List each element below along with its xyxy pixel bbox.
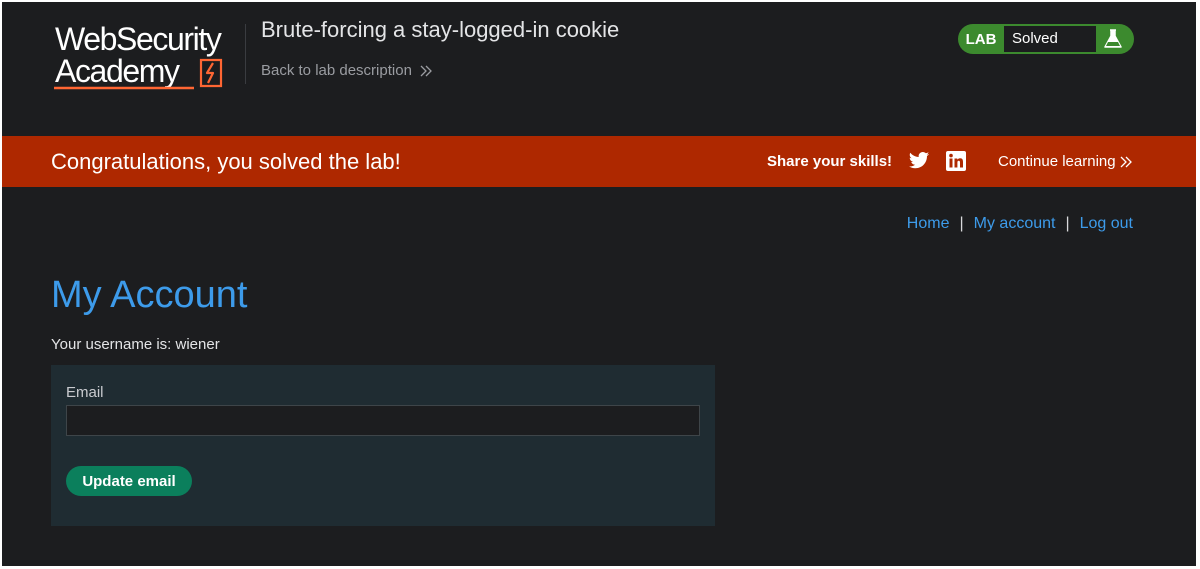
update-email-button[interactable]: Update email	[66, 466, 192, 496]
email-label: Email	[66, 384, 104, 401]
status-value: Solved	[1004, 26, 1096, 52]
double-chevron-right-icon	[1120, 156, 1132, 167]
congratulations-message: Congratulations, you solved the lab!	[51, 149, 401, 174]
header-divider	[245, 24, 246, 84]
nav-log-out-link[interactable]: Log out	[1080, 215, 1133, 232]
nav-separator: |	[1065, 215, 1070, 232]
share-skills-label: Share your skills!	[767, 153, 893, 170]
header: WebSecurity Academy Brute-forcing a stay…	[2, 2, 1196, 136]
lab-status-badge: LAB Solved	[958, 24, 1134, 54]
email-input[interactable]	[66, 405, 700, 436]
back-link-label: Back to lab description	[261, 62, 412, 79]
twitter-icon[interactable]	[908, 151, 930, 171]
logo-underline	[54, 86, 194, 90]
logo-line1: WebSecurity	[55, 21, 222, 57]
nav-home-link[interactable]: Home	[907, 215, 950, 232]
back-to-description-link[interactable]: Back to lab description	[261, 62, 432, 79]
username-text: Your username is: wiener	[51, 336, 220, 353]
page-title: My Account	[51, 274, 248, 316]
top-navigation: Home | My account | Log out	[907, 215, 1133, 233]
page: WebSecurity Academy Brute-forcing a stay…	[2, 2, 1196, 566]
nav-separator: |	[959, 215, 964, 232]
academy-logo[interactable]: WebSecurity Academy	[52, 20, 244, 92]
nav-my-account-link[interactable]: My account	[974, 215, 1056, 232]
status-lab-label: LAB	[965, 30, 997, 48]
solved-banner: Congratulations, you solved the lab! Sha…	[2, 136, 1196, 187]
continue-learning-link[interactable]: Continue learning	[998, 153, 1132, 170]
logo-bolt-icon	[199, 58, 223, 88]
double-chevron-right-icon	[420, 65, 432, 76]
linkedin-icon[interactable]	[946, 151, 966, 171]
lab-title: Brute-forcing a stay-logged-in cookie	[261, 17, 620, 42]
logo-line2: Academy	[55, 53, 180, 89]
continue-learning-label: Continue learning	[998, 153, 1116, 170]
update-email-form: Email Update email	[51, 365, 715, 526]
flask-icon	[1096, 24, 1130, 54]
